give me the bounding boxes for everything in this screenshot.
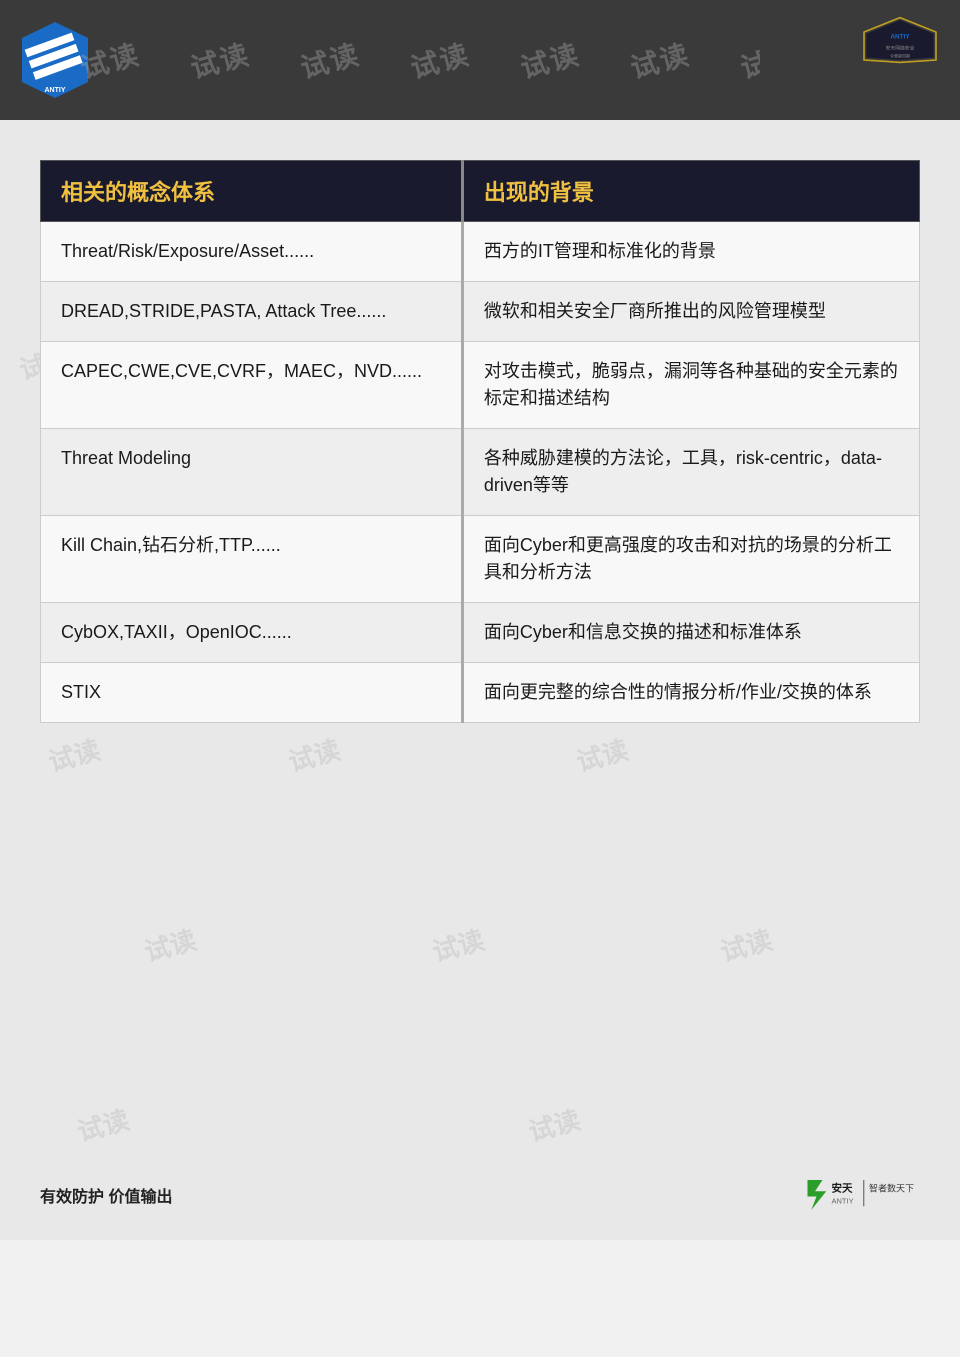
svg-text:ANTIY: ANTIY <box>832 1196 854 1205</box>
header-wm-3: 试读 <box>296 33 364 87</box>
col-right-header: 出现的背景 <box>462 161 919 222</box>
table-row: CybOX,TAXII，OpenIOC......面向Cyber和信息交换的描述… <box>41 603 920 663</box>
table-row: CAPEC,CWE,CVE,CVRF，MAEC，NVD......对攻击模式，脆… <box>41 342 920 429</box>
main-wm-12: 试读 <box>44 730 104 779</box>
header: ANTIY 试读 试读 试读 试读 试读 试读 试读 试读 试读 试读 ANTI… <box>0 0 960 120</box>
antiy-logo: ANTIY <box>20 20 90 100</box>
header-wm-2: 试读 <box>186 33 254 87</box>
table-cell-left: DREAD,STRIDE,PASTA, Attack Tree...... <box>41 282 463 342</box>
main-wm-18: 试读 <box>73 1099 133 1148</box>
svg-text:安天: 安天 <box>832 1181 853 1194</box>
footer-brand-icon: 安天 智者数天下 ANTIY <box>800 1170 920 1220</box>
footer: 有效防护 价值输出 安天 智者数天下 ANTIY <box>0 1170 960 1220</box>
table-cell-left: CybOX,TAXII，OpenIOC...... <box>41 603 463 663</box>
col-left-header: 相关的概念体系 <box>41 161 463 222</box>
svg-text:ANTIY: ANTIY <box>890 33 910 40</box>
svg-text:ANTIY: ANTIY <box>45 87 66 94</box>
footer-slogan: 有效防护 价值输出 <box>40 1183 172 1207</box>
main-wm-16: 试读 <box>428 920 488 969</box>
main-wm-13: 试读 <box>284 730 344 779</box>
main-wm-17: 试读 <box>716 920 776 969</box>
table-cell-right: 西方的IT管理和标准化的背景 <box>462 222 919 282</box>
svg-text:智者数天下: 智者数天下 <box>869 1182 914 1193</box>
table-row: DREAD,STRIDE,PASTA, Attack Tree......微软和… <box>41 282 920 342</box>
header-watermarks: 试读 试读 试读 试读 试读 试读 试读 试读 试读 试读 <box>80 0 760 120</box>
table-cell-right: 面向Cyber和更高强度的攻击和对抗的场景的分析工具和分析方法 <box>462 516 919 603</box>
table-cell-right: 面向Cyber和信息交换的描述和标准体系 <box>462 603 919 663</box>
main-wm-14: 试读 <box>572 730 632 779</box>
table-cell-left: CAPEC,CWE,CVE,CVRF，MAEC，NVD...... <box>41 342 463 429</box>
table-cell-right: 各种威胁建模的方法论，工具，risk-centric，data-driven等等 <box>462 429 919 516</box>
table-cell-left: Threat Modeling <box>41 429 463 516</box>
table-cell-right: 微软和相关安全厂商所推出的风险管理模型 <box>462 282 919 342</box>
table-row: Kill Chain,钻石分析,TTP......面向Cyber和更高强度的攻击… <box>41 516 920 603</box>
table-cell-right: 对攻击模式，脆弱点，漏洞等各种基础的安全元素的标定和描述结构 <box>462 342 919 429</box>
header-wm-4: 试读 <box>406 33 474 87</box>
header-wm-6: 试读 <box>626 33 694 87</box>
header-wm-7: 试读 <box>736 33 760 87</box>
table-cell-left: Kill Chain,钻石分析,TTP...... <box>41 516 463 603</box>
header-wm-5: 试读 <box>516 33 584 87</box>
main-wm-15: 试读 <box>140 920 200 969</box>
logo-area: ANTIY <box>20 20 90 100</box>
table-row: Threat/Risk/Exposure/Asset......西方的IT管理和… <box>41 222 920 282</box>
table-row: Threat Modeling各种威胁建模的方法论，工具，risk-centri… <box>41 429 920 516</box>
footer-logo-area: 安天 智者数天下 ANTIY <box>800 1170 920 1220</box>
table-cell-left: STIX <box>41 663 463 723</box>
concepts-table: 相关的概念体系 出现的背景 Threat/Risk/Exposure/Asset… <box>40 160 920 723</box>
main-content: 试读 试读 试读 试读 试读 试读 试读 试读 试读 试读 试读 试读 试读 试… <box>0 120 960 1240</box>
table-row: STIX面向更完整的综合性的情报分析/作业/交换的体系 <box>41 663 920 723</box>
header-brand: ANTIY 安天网络安全 令营第四期 <box>860 10 940 75</box>
svg-text:令营第四期: 令营第四期 <box>890 53 910 59</box>
table-cell-left: Threat/Risk/Exposure/Asset...... <box>41 222 463 282</box>
brand-logo-icon: ANTIY 安天网络安全 令营第四期 <box>860 10 940 70</box>
table-cell-right: 面向更完整的综合性的情报分析/作业/交换的体系 <box>462 663 919 723</box>
main-wm-19: 试读 <box>524 1099 584 1148</box>
